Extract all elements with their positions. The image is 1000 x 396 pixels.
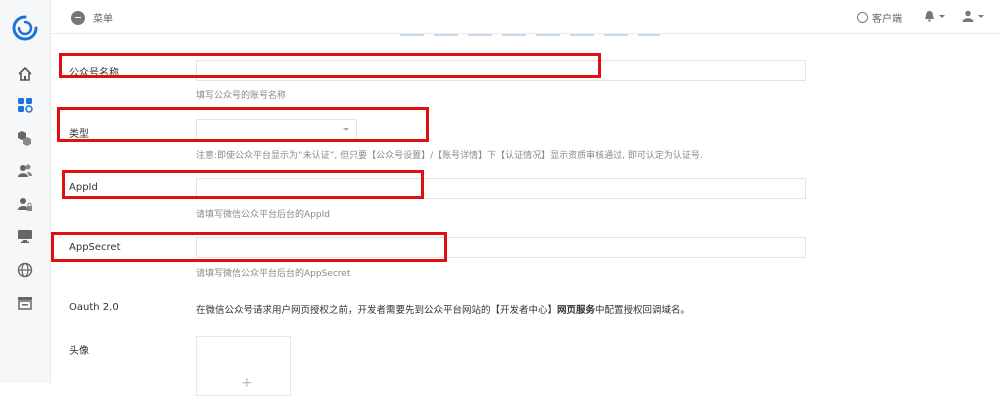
- tab-strip: [400, 34, 660, 36]
- highlight-box-appid: [62, 170, 424, 199]
- chevron-down-icon: [939, 14, 945, 18]
- oauth-description: 在微信公众号请求用户网页授权之前，开发者需要先到公众平台网站的【开发者中心】网页…: [196, 302, 690, 316]
- avatar-label: 头像: [69, 346, 89, 357]
- appsecret-help-text: 请填写微信公众平台后台的AppSecret: [196, 269, 351, 279]
- menu-label: 菜单: [93, 14, 113, 25]
- user-icon: [962, 10, 974, 22]
- menu-icon: [71, 10, 85, 25]
- cubes-icon[interactable]: [17, 130, 33, 146]
- users-icon[interactable]: [17, 163, 33, 179]
- store-icon[interactable]: [17, 295, 33, 311]
- plus-icon: +: [241, 375, 253, 391]
- name-help-text: 填写公众号的账号名称: [196, 91, 287, 101]
- bell-icon: [925, 11, 934, 22]
- client-link[interactable]: 客户端: [857, 10, 902, 25]
- user-lock-icon[interactable]: [17, 196, 33, 212]
- oauth-text-pre: 在微信公众号请求用户网页授权之前，开发者需要先到公众平台网站的【开发者中心】: [196, 305, 558, 316]
- highlight-box-type: [57, 107, 429, 142]
- monitor-icon[interactable]: [17, 228, 33, 244]
- globe-icon[interactable]: [17, 262, 33, 278]
- appid-help-text: 请填写微信公众平台后台的AppId: [196, 210, 330, 220]
- app-logo[interactable]: [11, 14, 39, 42]
- chevron-down-icon: [978, 14, 984, 18]
- oauth-text-post: 中配置授权回调域名。: [595, 305, 691, 316]
- user-menu-button[interactable]: [962, 10, 984, 22]
- notification-button[interactable]: [924, 10, 945, 22]
- client-label: 客户端: [872, 14, 902, 25]
- type-help-text: 注意:即使公众平台显示为“未认证”, 但只要【公众号设置】/【账号详情】下【认证…: [196, 151, 703, 161]
- highlight-box-name: [59, 53, 601, 78]
- home-icon[interactable]: [17, 66, 33, 82]
- highlight-box-appsecret: [51, 232, 447, 262]
- menu-toggle-button[interactable]: 菜单: [71, 10, 113, 25]
- oauth-label: Oauth 2.0: [69, 302, 119, 313]
- avatar-upload[interactable]: +: [196, 336, 291, 396]
- sidebar: [0, 0, 51, 383]
- apps-icon[interactable]: [17, 97, 33, 113]
- oauth-text-bold: 网页服务: [557, 305, 596, 316]
- client-globe-icon: [857, 12, 868, 23]
- top-bar: 菜单 客户端: [51, 0, 1000, 34]
